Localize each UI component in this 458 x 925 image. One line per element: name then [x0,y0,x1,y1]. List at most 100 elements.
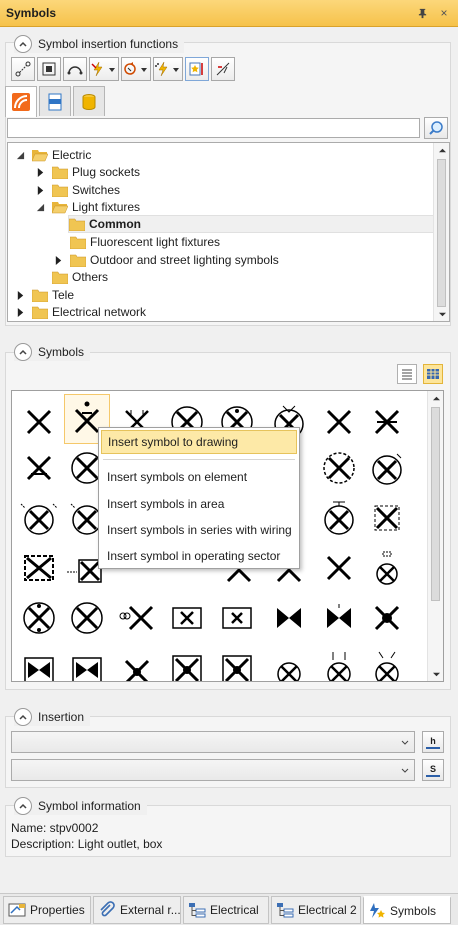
symbol-tile[interactable] [16,643,62,681]
symbol-tile[interactable] [364,643,410,681]
collapsed-arrow-icon[interactable] [34,184,46,196]
scale-button[interactable]: S [422,759,444,781]
symbol-search-input[interactable] [7,118,420,138]
symbol-tile[interactable] [16,397,62,447]
collapsed-arrow-icon[interactable] [14,306,26,318]
symbol-tile[interactable] [316,443,362,493]
symbol-tile[interactable] [316,543,362,593]
tab-external-references[interactable]: External r... [93,896,181,924]
symbol-tile[interactable] [214,643,260,681]
collapsed-arrow-icon[interactable] [34,166,46,178]
symbol-tile[interactable] [364,593,410,643]
symbol-tile[interactable] [164,593,210,643]
tab-database-library[interactable] [73,86,105,116]
tree-item-others[interactable]: Others [52,268,108,286]
scroll-up-arrow-icon[interactable] [434,143,449,157]
close-button[interactable]: × [436,5,452,21]
insertion-scale-combo[interactable] [11,759,415,781]
symbol-tile[interactable] [266,593,312,643]
symbol-tile[interactable] [364,443,410,493]
edit-symbol-button[interactable] [211,57,235,81]
symbol-tile[interactable] [214,593,260,643]
symbol-tile[interactable] [16,493,62,543]
tree-item-electrical-network[interactable]: Electrical network [14,303,146,321]
expanded-arrow-icon[interactable] [34,201,46,213]
collapsed-arrow-icon[interactable] [52,254,64,266]
symbol-tile[interactable] [114,593,160,643]
height-button[interactable]: h [422,731,444,753]
collapse-symbols-button[interactable] [14,343,32,361]
luminaire-circle-symbol-icon [376,551,398,585]
lightning-series-button[interactable] [153,57,183,81]
tree-item-outdoor-street[interactable]: Outdoor and street lighting symbols [52,251,279,269]
rotate-icon [124,62,136,75]
symbol-tile[interactable] [316,493,362,543]
symbols-section-header[interactable]: Symbols [14,343,91,361]
symbol-tile[interactable] [364,397,410,447]
collapsed-arrow-icon[interactable] [14,289,26,301]
symbol-tile[interactable] [16,443,62,493]
symbol-grid-scroll-thumb[interactable] [431,407,440,601]
chevron-up-icon [19,41,27,47]
pin-button[interactable] [414,5,430,21]
tab-electrical[interactable]: Electrical [183,896,269,924]
symbol-tile[interactable] [316,643,362,681]
lightning-insert-button[interactable] [89,57,119,81]
symbol-tile[interactable] [64,593,110,643]
boxed-cross-symbol-icon [172,655,202,681]
collapse-functions-button[interactable] [14,35,32,53]
menu-insert-symbols-in-area[interactable]: Insert symbols in area [101,492,297,516]
expanded-arrow-icon[interactable] [14,149,26,161]
tree-scroll-thumb[interactable] [437,159,446,307]
symbol-tile[interactable] [316,397,362,447]
tab-properties[interactable]: Properties [3,896,91,924]
tab-electrical-2[interactable]: Electrical 2 [271,896,361,924]
menu-insert-symbol-to-drawing[interactable]: Insert symbol to drawing [101,430,297,454]
insertion-section-header[interactable]: Insertion [14,708,91,726]
tree-item-electric[interactable]: Electric [14,146,91,164]
collapse-insertion-button[interactable] [14,708,32,726]
properties-icon [8,903,26,917]
tab-electric-library[interactable] [5,86,37,117]
tree-item-fluorescent[interactable]: Fluorescent light fixtures [70,233,220,251]
symbol-grid-scrollbar[interactable] [427,391,443,681]
symbol-tile[interactable] [114,643,160,681]
symbol-tile[interactable] [164,643,210,681]
tree-item-tele[interactable]: Tele [14,286,74,304]
tree-item-light-fixtures[interactable]: Light fixtures [34,198,140,216]
tab-symbols[interactable]: Symbols [363,896,451,924]
symbol-info-section-header[interactable]: Symbol information [14,797,147,815]
search-icon [429,121,443,135]
symbol-tile[interactable] [64,643,110,681]
symbol-tile[interactable] [16,543,62,593]
rotate-insert-button[interactable] [121,57,151,81]
symbol-favourite-button[interactable] [185,57,209,81]
collapse-info-button[interactable] [14,797,32,815]
connect-points-button[interactable] [11,57,35,81]
symbol-tile[interactable] [266,643,312,681]
symbol-tile[interactable] [364,543,410,593]
tab-document-library[interactable] [39,86,71,116]
symbol-tile[interactable] [364,493,410,543]
tree-item-common[interactable]: Common [68,215,434,233]
symbol-tile[interactable] [16,593,62,643]
insertion-height-combo[interactable] [11,731,415,753]
arc-insert-button[interactable] [63,57,87,81]
scroll-down-arrow-icon[interactable] [434,307,449,321]
menu-insert-symbols-on-element[interactable]: Insert symbols on element [101,465,297,489]
scroll-up-arrow-icon[interactable] [428,391,443,405]
symbol-tile[interactable] [316,593,362,643]
functions-section-header[interactable]: Symbol insertion functions [14,35,185,53]
grid-insert-button[interactable] [37,57,61,81]
menu-insert-symbol-in-operating-sector[interactable]: Insert symbol in operating sector [101,544,297,568]
grid-view-button[interactable] [423,364,443,384]
tree-item-plug-sockets[interactable]: Plug sockets [34,163,140,181]
luminaire-circle-symbol-icon [277,662,301,681]
search-button[interactable] [424,117,448,139]
list-view-button[interactable] [397,364,417,384]
tree-scrollbar[interactable] [433,143,449,321]
tree-item-switches[interactable]: Switches [34,181,120,199]
menu-insert-symbols-in-series[interactable]: Insert symbols in series with wiring [101,518,297,542]
boxed-cross-symbol-icon [222,655,252,681]
scroll-down-arrow-icon[interactable] [428,667,443,681]
